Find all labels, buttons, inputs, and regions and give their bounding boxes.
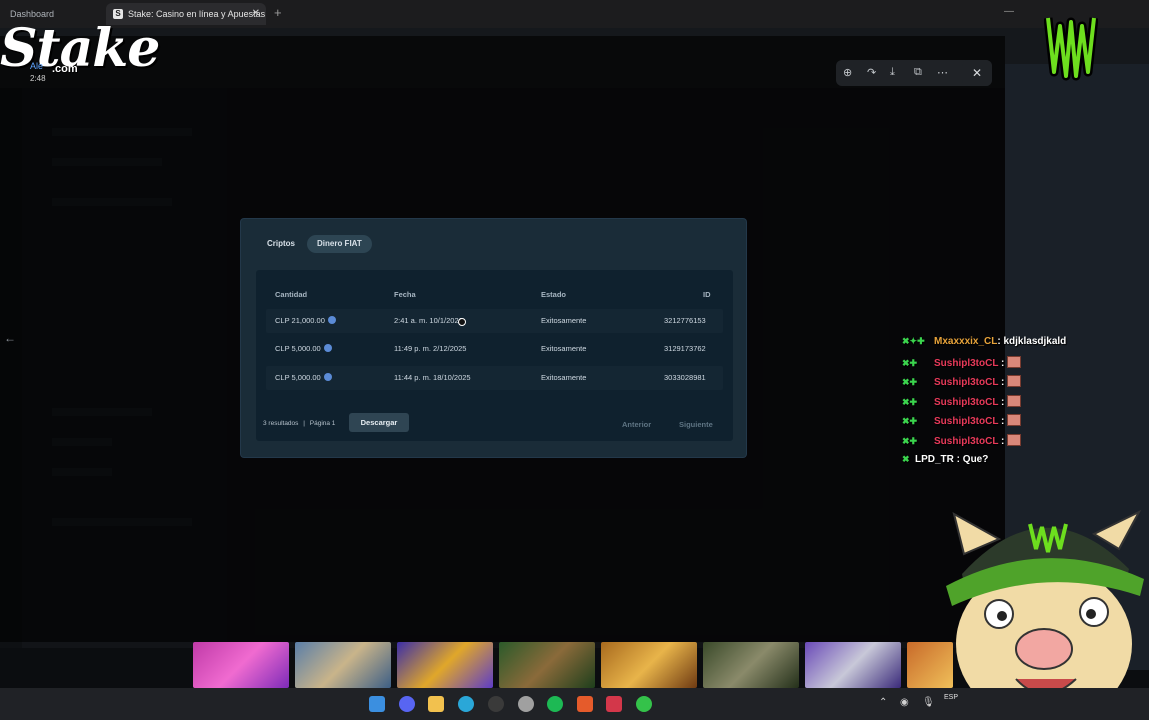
column-header-fecha: Fecha bbox=[394, 290, 416, 299]
column-header-estado: Estado bbox=[541, 290, 567, 299]
download-button[interactable]: Descargar bbox=[349, 413, 409, 432]
emote-icon bbox=[1007, 433, 1022, 446]
game-thumbnails-strip bbox=[193, 642, 953, 688]
spotify-icon[interactable] bbox=[547, 696, 563, 712]
row-id: 3129173762 bbox=[664, 344, 706, 353]
language-indicator[interactable]: ESP bbox=[944, 694, 958, 701]
network-icon[interactable]: ◉ bbox=[900, 697, 909, 708]
column-header-cantidad: Cantidad bbox=[275, 290, 308, 299]
row-amount: CLP 5,000.00 bbox=[275, 373, 332, 382]
chat-message: ✖ LPD_TR : Que? bbox=[902, 453, 989, 465]
share-icon[interactable]: ↷ bbox=[867, 66, 876, 79]
results-separator: | bbox=[303, 420, 305, 427]
chat-badges-icon: ✖ bbox=[902, 453, 910, 464]
close-tab-icon[interactable]: ✕ bbox=[252, 3, 260, 25]
mouse-cursor-icon bbox=[458, 318, 466, 326]
brave-icon[interactable] bbox=[577, 696, 593, 712]
results-count: 3 resultados bbox=[263, 420, 299, 427]
currency-icon bbox=[323, 344, 332, 352]
browser-tabbar: Dashboard S Stake: Casino en línea y Apu… bbox=[0, 0, 1149, 28]
open-external-icon[interactable]: ⧉ bbox=[914, 66, 922, 79]
close-icon[interactable]: ✕ bbox=[962, 60, 992, 86]
game-thumbnail[interactable] bbox=[397, 642, 493, 688]
chat-message: ✖✚ Sushipl3toCL : bbox=[902, 433, 1066, 454]
monster-energy-logo-icon bbox=[1044, 17, 1098, 81]
game-thumbnail[interactable] bbox=[601, 642, 697, 688]
download-icon[interactable]: ⤓ bbox=[890, 66, 895, 79]
chat-badges-icon: ✖✚ bbox=[902, 396, 918, 407]
tab-criptos[interactable]: Criptos bbox=[257, 235, 305, 253]
transactions-modal: Criptos Dinero FIAT Cantidad Fecha Estad… bbox=[241, 219, 746, 457]
chevron-up-icon[interactable]: ⌃ bbox=[879, 697, 887, 708]
previous-image-icon[interactable]: ← bbox=[0, 327, 20, 349]
game-thumbnail[interactable] bbox=[193, 642, 289, 688]
cat-mascot-image bbox=[946, 509, 1144, 720]
currency-icon bbox=[327, 316, 336, 324]
row-status: Exitosamente bbox=[541, 373, 587, 382]
chat-message: ✖✦✚ Mxaxxxix_CL: kdjklasdjkald bbox=[902, 336, 1067, 347]
windows-taskbar: ⌃ ◉ 🎙 bbox=[0, 688, 1149, 720]
chat-badges-icon: ✖✚ bbox=[902, 416, 918, 427]
chat-message: ✖✚ Sushipl3toCL : bbox=[902, 394, 1066, 415]
chat-badges-icon: ✖✚ bbox=[902, 357, 918, 368]
table-row[interactable]: CLP 5,000.00 11:49 p. m. 2/12/2025 Exito… bbox=[266, 337, 723, 361]
windows-start-icon[interactable] bbox=[369, 696, 385, 712]
row-date: 11:44 p. m. 18/10/2025 bbox=[394, 373, 471, 382]
game-thumbnail[interactable] bbox=[499, 642, 595, 688]
stream-chat: ✖✦✚ Mxaxxxix_CL: kdjklasdjkald ✖✚ Sushipl3… bbox=[902, 336, 1066, 473]
obs-icon[interactable] bbox=[518, 696, 534, 712]
transactions-table: Cantidad Fecha Estado ID CLP 21,000.00 2… bbox=[256, 270, 733, 441]
table-row[interactable]: CLP 21,000.00 2:41 a. m. 10/1/2026 Exito… bbox=[266, 309, 723, 333]
row-id: 3033028981 bbox=[664, 373, 706, 382]
row-id: 3212776153 bbox=[664, 316, 706, 325]
emote-icon bbox=[1007, 375, 1022, 388]
next-page-button[interactable]: Siguiente bbox=[679, 420, 713, 429]
app-icon[interactable] bbox=[488, 696, 504, 712]
chat-badges-icon: ✖✚ bbox=[902, 435, 918, 446]
row-date: 2:41 a. m. 10/1/2026 bbox=[394, 316, 463, 325]
stake-logo-domain: .com bbox=[52, 63, 78, 75]
microphone-icon[interactable]: 🎙 bbox=[922, 697, 935, 708]
streamer-name: Ale bbox=[30, 61, 44, 71]
chat-message: ✖✚ Sushipl3toCL : bbox=[902, 414, 1066, 434]
row-status: Exitosamente bbox=[541, 344, 587, 353]
file-explorer-icon[interactable] bbox=[428, 696, 444, 712]
chat-badges-icon: ✖✚ bbox=[902, 377, 918, 388]
table-row[interactable]: CLP 5,000.00 11:44 p. m. 18/10/2025 Exit… bbox=[266, 366, 723, 390]
valorant-icon[interactable] bbox=[606, 696, 622, 712]
stake-logo: Stake bbox=[0, 18, 160, 79]
zoom-in-icon[interactable]: ⊕ bbox=[843, 66, 852, 79]
minimize-icon[interactable]: — bbox=[1004, 6, 1014, 17]
game-thumbnail[interactable] bbox=[703, 642, 799, 688]
game-thumbnail[interactable] bbox=[805, 642, 901, 688]
edge-icon[interactable] bbox=[458, 696, 474, 712]
game-thumbnail[interactable] bbox=[295, 642, 391, 688]
streamer-time: 2:48 bbox=[30, 74, 46, 83]
chat-badges-icon: ✖✦✚ bbox=[902, 336, 925, 346]
currency-icon bbox=[323, 373, 332, 381]
tab-dinero-fiat[interactable]: Dinero FIAT bbox=[307, 235, 372, 253]
emote-icon bbox=[1007, 414, 1022, 427]
column-header-id: ID bbox=[703, 290, 711, 299]
row-status: Exitosamente bbox=[541, 316, 587, 325]
row-amount: CLP 5,000.00 bbox=[275, 344, 332, 353]
emote-icon bbox=[1007, 394, 1022, 407]
emote-icon bbox=[1007, 355, 1022, 368]
discord-icon[interactable] bbox=[399, 696, 415, 712]
previous-page-button[interactable]: Anterior bbox=[622, 420, 651, 429]
more-icon[interactable]: ⋯ bbox=[937, 66, 948, 79]
row-date: 11:49 p. m. 2/12/2025 bbox=[394, 344, 467, 353]
row-amount: CLP 21,000.00 bbox=[275, 316, 336, 325]
chat-message: ✖✚ Sushipl3toCL : bbox=[902, 375, 1066, 395]
results-summary: 3 resultados | Página 1 bbox=[263, 420, 335, 427]
page-indicator: Página 1 bbox=[309, 420, 336, 427]
new-tab-icon[interactable]: + bbox=[274, 5, 282, 20]
app-green-icon[interactable] bbox=[636, 696, 652, 712]
chat-message: ✖✚ Sushipl3toCL : bbox=[902, 355, 1066, 376]
